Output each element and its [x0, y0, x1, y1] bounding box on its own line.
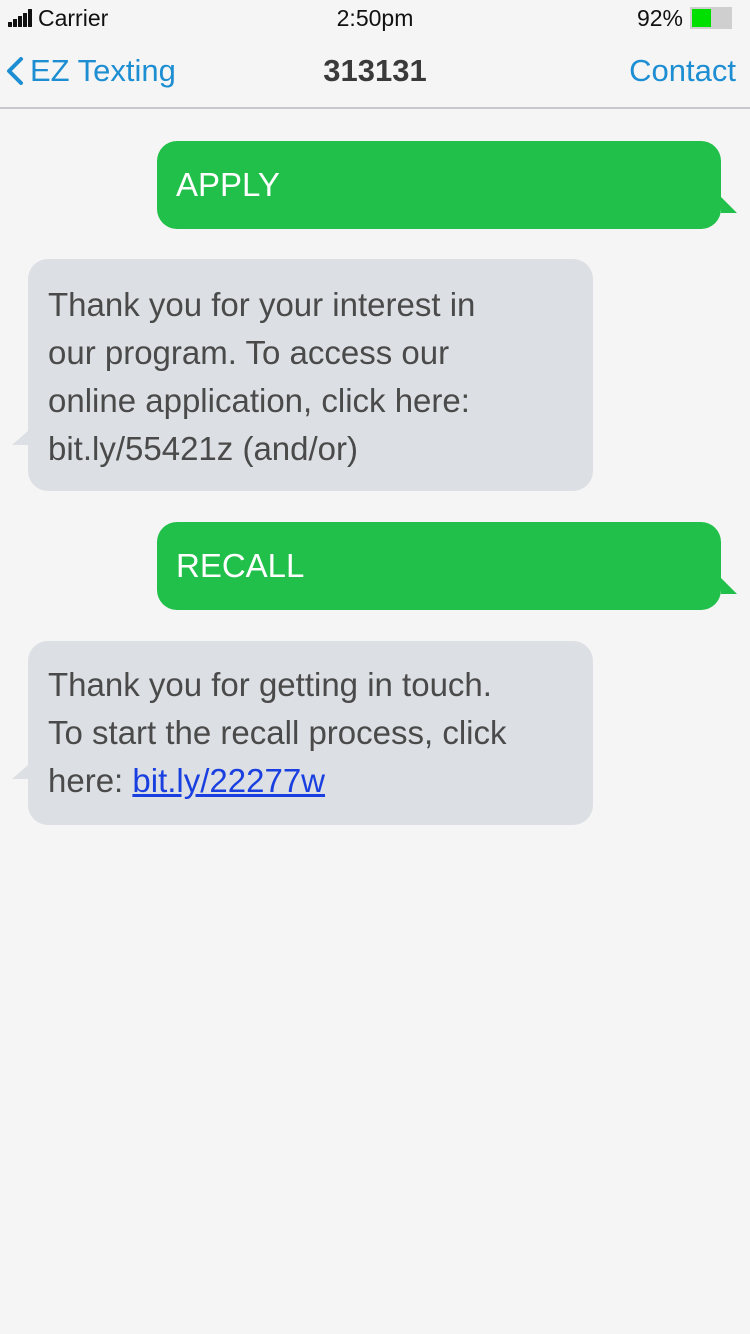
- message-line: Thank you for getting in touch.: [48, 666, 492, 703]
- incoming-message-bubble: Thank you for getting in touch. To start…: [12, 641, 593, 825]
- recall-link[interactable]: bit.ly/22277w: [132, 762, 325, 799]
- bubble-tail: [721, 578, 737, 594]
- back-button-label: EZ Texting: [30, 53, 176, 88]
- bubble-tail: [12, 765, 28, 779]
- battery-percent: 92%: [636, 5, 683, 31]
- message-line-prefix: here:: [48, 762, 133, 799]
- outgoing-message-bubble: APPLY: [157, 141, 737, 229]
- back-button[interactable]: EZ Texting: [6, 50, 176, 92]
- status-bar: Carrier 2:50pm 92%: [0, 0, 750, 36]
- navigation-bar: EZ Texting 313131 Contact: [0, 36, 750, 109]
- message-text: RECALL: [176, 547, 305, 584]
- outgoing-message-bubble: RECALL: [157, 522, 737, 610]
- message-line: our program. To access our: [48, 334, 450, 371]
- message-line: Thank you for your interest in: [48, 286, 476, 323]
- bubble-tail: [12, 431, 28, 445]
- message-line: online application, click here:: [48, 382, 470, 419]
- bubble-tail: [721, 197, 737, 213]
- message-line: here: bit.ly/22277w: [48, 757, 593, 805]
- message-line: To start the recall process, click: [48, 714, 507, 751]
- chevron-left-icon: [7, 57, 23, 85]
- battery-icon: [690, 7, 732, 29]
- message-line: bit.ly/55421z (and/or): [48, 430, 359, 467]
- message-text: APPLY: [176, 166, 280, 203]
- battery-level-fill: [692, 9, 711, 27]
- contact-button[interactable]: Contact: [629, 53, 736, 89]
- incoming-message-bubble: Thank you for your interest in our progr…: [12, 259, 593, 491]
